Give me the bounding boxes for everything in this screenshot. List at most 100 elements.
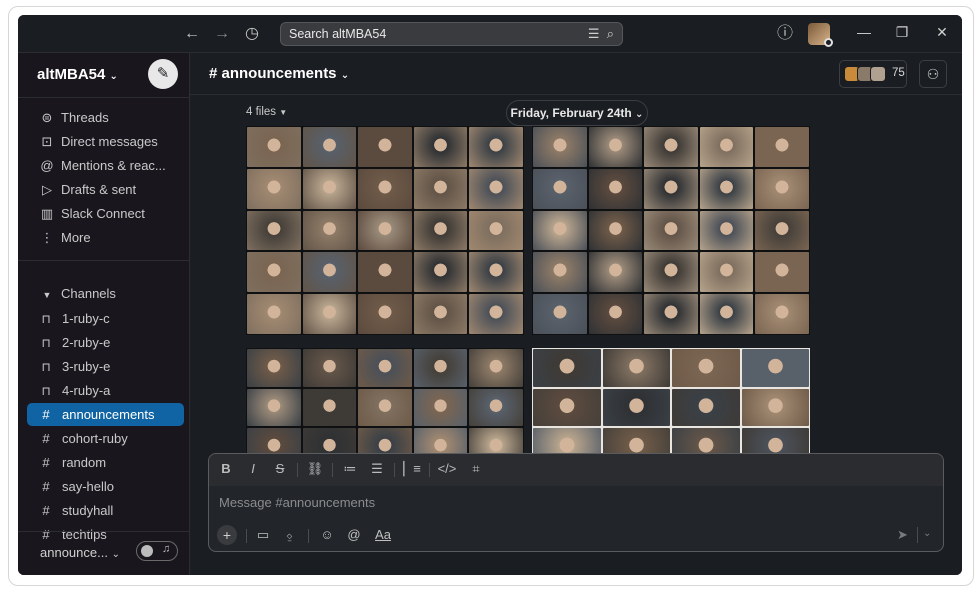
video-icon[interactable]: ▭ <box>252 527 274 543</box>
sidebar-item-3[interactable]: ▷ Drafts & sent <box>38 179 188 201</box>
image-attachment[interactable] <box>246 126 524 335</box>
sidebar-item-4[interactable]: ▥ Slack Connect <box>38 203 188 225</box>
channels-header[interactable]: ▼ Channels <box>38 283 188 305</box>
image-attachment[interactable] <box>246 348 524 467</box>
minimize-icon[interactable]: — <box>854 24 874 40</box>
filter-icon[interactable]: ☰ <box>588 26 600 41</box>
sidebar-divider <box>18 260 190 261</box>
workspace-name[interactable]: altMBA54 ⌄ <box>37 66 118 83</box>
video-tile <box>533 294 587 334</box>
attach-button[interactable]: + <box>217 525 237 545</box>
video-tile <box>588 127 643 167</box>
italic-icon[interactable]: I <box>242 461 264 476</box>
message-composer: B I S ⛓ ≔ ☰ ▏≡ </> ⌗ Message #announceme… <box>208 453 944 552</box>
channel-title[interactable]: # announcements ⌄ <box>209 65 349 82</box>
text-format-icon[interactable]: Aa <box>372 527 394 542</box>
send-icon[interactable]: ➤ <box>897 527 908 543</box>
forward-arrow-icon[interactable]: → <box>212 24 232 44</box>
sidebar-item-0[interactable]: ⊜ Threads <box>38 107 188 129</box>
compose-button[interactable]: ✎ <box>148 59 178 89</box>
video-tile <box>247 294 301 334</box>
code-icon[interactable]: </> <box>436 461 458 476</box>
ordered-list-icon[interactable]: ≔ <box>339 461 361 477</box>
bold-icon[interactable]: B <box>215 461 237 476</box>
channel-item[interactable]: ⊓ 1-ruby-c <box>27 307 184 330</box>
channel-item[interactable]: # cohort-ruby <box>27 427 184 450</box>
formatting-toolbar: B I S ⛓ ≔ ☰ ▏≡ </> ⌗ <box>209 454 943 486</box>
channel-item[interactable]: # studyhall <box>27 499 184 522</box>
chevron-down-icon: ⌄ <box>340 70 350 81</box>
caret-down-icon: ▼ <box>42 290 52 300</box>
video-tile <box>533 388 601 427</box>
video-tile <box>358 168 412 209</box>
members-button[interactable]: 75 <box>839 60 907 88</box>
channel-item[interactable]: ⊓ 2-ruby-e <box>27 331 184 354</box>
lock-icon: ⊓ <box>41 360 51 374</box>
search-bar[interactable]: Search altMBA54 ☰ ⌕ <box>280 22 623 46</box>
channel-item[interactable]: # random <box>27 451 184 474</box>
video-tile <box>699 127 754 167</box>
sidebar-item-label: More <box>61 230 91 245</box>
video-tile <box>644 127 698 167</box>
back-arrow-icon[interactable]: ← <box>182 24 202 44</box>
threads-icon: ⊜ <box>41 110 53 125</box>
building-icon: ▥ <box>40 206 54 221</box>
date-divider[interactable]: Friday, February 24th ⌄ <box>506 100 648 126</box>
bulleted-list-icon[interactable]: ☰ <box>366 461 388 477</box>
video-tile <box>358 388 412 427</box>
sidebar: altMBA54 ⌄ ✎ ⊜ Threads ⊡ Direct messages @ Me… <box>18 53 190 575</box>
search-icon[interactable]: ⌕ <box>607 26 614 41</box>
video-tile <box>358 349 412 387</box>
video-tile <box>247 210 301 251</box>
video-tile <box>533 252 587 293</box>
add-member-button[interactable]: ⚇ <box>919 60 947 88</box>
microphone-icon[interactable]: ⍚ <box>279 527 301 543</box>
link-icon[interactable]: ⛓ <box>304 461 326 477</box>
toolbar-separator <box>332 463 333 477</box>
video-tile <box>588 168 643 209</box>
direct-messages-icon: ⊡ <box>41 134 53 149</box>
history-icon[interactable]: ◷ <box>242 24 262 44</box>
video-tile <box>602 349 670 387</box>
video-tile <box>469 388 523 427</box>
send-options-icon[interactable]: ⌄ <box>923 528 931 539</box>
video-tile <box>302 349 357 387</box>
blockquote-icon[interactable]: ▏≡ <box>401 461 423 477</box>
strikethrough-icon[interactable]: S <box>269 461 291 476</box>
channel-label: announcements <box>62 407 155 422</box>
member-avatar <box>870 66 886 82</box>
close-icon[interactable]: ✕ <box>932 24 952 41</box>
send-icon: ▷ <box>42 182 52 197</box>
video-tile <box>741 349 809 387</box>
video-tile <box>672 388 740 427</box>
files-toggle[interactable]: 4 files ▼ <box>246 106 287 118</box>
video-tile <box>588 210 643 251</box>
hash-icon: # <box>42 527 50 542</box>
video-tile <box>644 168 698 209</box>
video-tile <box>302 210 357 251</box>
lock-icon: ⊓ <box>41 336 51 350</box>
current-channel-selector[interactable]: announce... ⌄ <box>40 545 120 560</box>
channel-item[interactable]: ⊓ 3-ruby-e <box>27 355 184 378</box>
video-tile <box>755 294 809 334</box>
video-tile <box>302 127 357 167</box>
video-tile <box>302 294 357 334</box>
sidebar-item-2[interactable]: @ Mentions & reac... <box>38 155 188 177</box>
emoji-icon[interactable]: ☺ <box>316 527 338 542</box>
channel-item[interactable]: # say-hello <box>27 475 184 498</box>
mention-icon[interactable]: @ <box>343 527 365 542</box>
message-input[interactable]: Message #announcements <box>219 495 375 510</box>
channel-item[interactable]: # announcements <box>27 403 184 426</box>
sidebar-item-5[interactable]: ⋮ More <box>38 227 188 249</box>
search-input[interactable]: Search altMBA54 <box>289 27 386 41</box>
channel-label: 3-ruby-e <box>62 359 111 374</box>
image-attachment[interactable] <box>532 348 810 467</box>
channel-item[interactable]: ⊓ 4-ruby-a <box>27 379 184 402</box>
huddle-toggle[interactable]: ♫ <box>136 541 178 561</box>
sidebar-item-1[interactable]: ⊡ Direct messages <box>38 131 188 153</box>
code-block-icon[interactable]: ⌗ <box>465 461 487 477</box>
help-icon[interactable]: ⓘ <box>775 24 795 44</box>
image-attachment[interactable] <box>532 126 810 335</box>
video-tile <box>469 210 523 251</box>
restore-icon[interactable]: ❐ <box>892 24 912 41</box>
